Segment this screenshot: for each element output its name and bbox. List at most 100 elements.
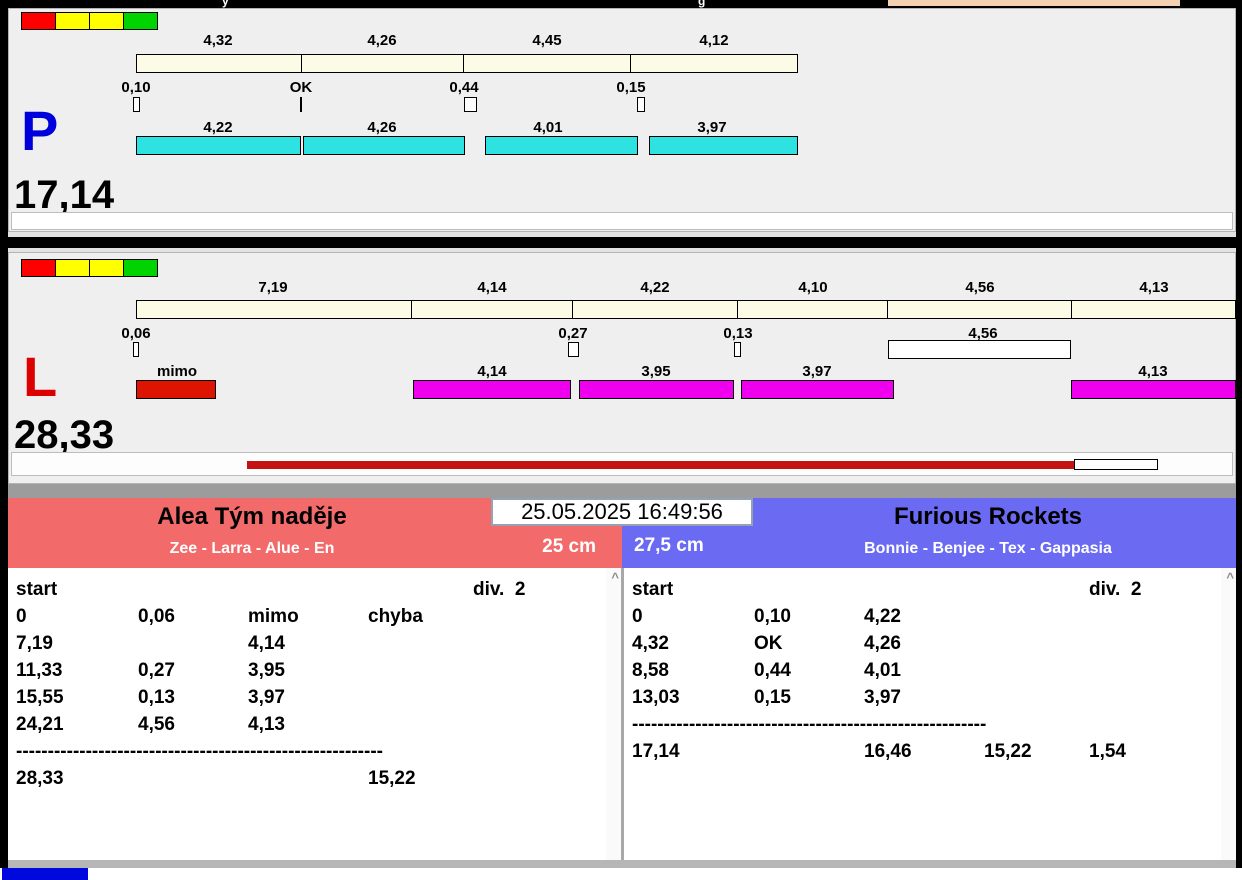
exchange-time-label: 0,44: [449, 79, 479, 96]
scrollbar[interactable]: ^: [1221, 568, 1236, 860]
table-cell: 16,46: [864, 741, 912, 762]
split-time-label: 4,13: [1139, 279, 1169, 296]
exchange-time-label: 0,10: [121, 79, 151, 96]
table-cell: [1089, 604, 1236, 631]
table-cell: 4,32: [632, 633, 669, 654]
table-cell: [984, 604, 1089, 631]
lane-p-letter: P: [21, 99, 59, 162]
table-cell: [473, 631, 621, 658]
table-cell: 4,56: [138, 714, 175, 735]
table-cell: 13,03: [632, 687, 680, 708]
table-row: 13,03 0,15 3,97: [624, 685, 1236, 712]
exchange-marker: [464, 97, 477, 112]
split-time-label: 4,14: [477, 279, 507, 296]
exchange-window-box: [888, 340, 1071, 359]
table-cell: 15,55: [16, 687, 64, 708]
scrollbar[interactable]: ^: [606, 568, 621, 860]
table-row: start div. 2: [8, 577, 621, 604]
exchange-time-label: 0,27: [558, 325, 588, 342]
status-light-red-icon: [21, 12, 56, 30]
table-cell: div. 2: [473, 579, 526, 600]
table-cell: [984, 631, 1089, 658]
table-cell: 1,54: [1089, 741, 1126, 762]
table-cell: chyba: [368, 606, 423, 627]
lane-p-progress-track: [11, 212, 1233, 230]
scroll-up-icon[interactable]: ^: [611, 570, 619, 585]
timestamp: 25.05.2025 16:49:56: [491, 498, 753, 526]
table-row: 11,33 0,27 3,95: [8, 658, 621, 685]
table-cell: 0: [16, 606, 27, 627]
split-segment: [464, 55, 631, 72]
status-light-yellow-icon: [89, 259, 124, 277]
table-cell: [754, 739, 864, 766]
status-light-green-icon: [123, 259, 158, 277]
table-cell: [1089, 631, 1236, 658]
table-cell: [1089, 658, 1236, 685]
table-cell: 4,26: [864, 633, 901, 654]
status-light-green-icon: [123, 12, 158, 30]
table-cell: [864, 577, 984, 604]
lane-p-panel: 4,32 4,26 4,45 4,12 0,10 OK 0,44 0,15 4,…: [8, 8, 1236, 232]
table-separator: ----------------------------------------…: [632, 714, 987, 735]
results-section: Alea Tým naděje Zee - Larra - Alue - En …: [8, 498, 1236, 860]
table-total-row: 28,33 15,22: [8, 766, 621, 793]
table-cell: [984, 685, 1089, 712]
table-row: start div. 2: [624, 577, 1236, 604]
exchange-marker: [133, 97, 140, 112]
exchange-time-label: 0,15: [616, 79, 646, 96]
window-titlebar-remnant: ý g: [0, 0, 1242, 8]
run-time-label: 3,95: [641, 363, 671, 380]
taskbar-remnant: [0, 868, 1242, 880]
table-cell: [473, 685, 621, 712]
exchange-time-label: OK: [289, 79, 313, 96]
table-cell: 24,21: [16, 714, 64, 735]
titlebar-text-fragment: g: [698, 0, 706, 8]
split-time-label: 4,32: [203, 32, 233, 49]
table-cell: [754, 577, 864, 604]
run-time-label: 3,97: [802, 363, 832, 380]
table-row: 15,55 0,13 3,97: [8, 685, 621, 712]
split-time-label: 4,22: [640, 279, 670, 296]
table-cell: [368, 658, 473, 685]
split-segment: [137, 55, 302, 72]
table-cell: 8,58: [632, 660, 669, 681]
status-light-yellow-icon: [89, 12, 124, 30]
left-team-members: Zee - Larra - Alue - En: [169, 540, 335, 557]
lane-l-letter: L: [23, 345, 58, 408]
scroll-up-icon[interactable]: ^: [1226, 570, 1234, 585]
table-cell: 4,13: [248, 714, 285, 735]
status-light-red-icon: [21, 259, 56, 277]
table-cell: 0,06: [138, 606, 175, 627]
results-table-right: start div. 2 0 0,10 4,22 4,32 OK 4,26 8,…: [624, 568, 1236, 860]
exchange-marker: [734, 342, 741, 357]
table-cell: 0: [632, 606, 643, 627]
table-cell: 17,14: [632, 741, 680, 762]
table-cell: [248, 766, 368, 793]
split-segment: [631, 55, 798, 72]
table-cell: 4,14: [248, 633, 285, 654]
table-row: 8,58 0,44 4,01: [624, 658, 1236, 685]
status-light-yellow-icon: [55, 12, 90, 30]
table-cell: [473, 712, 621, 739]
lane-l-total: 28,33: [14, 413, 115, 457]
split-time-label: 4,10: [798, 279, 828, 296]
table-cell: [248, 577, 368, 604]
run-bar-red: [136, 380, 216, 399]
right-team-name: Furious Rockets: [893, 503, 1083, 530]
status-light-yellow-icon: [55, 259, 90, 277]
table-cell: [473, 604, 621, 631]
split-segment: [1072, 301, 1235, 318]
run-bar-magenta: [413, 380, 571, 399]
table-cell: 4,01: [864, 660, 901, 681]
table-cell: 15,22: [984, 741, 1032, 762]
split-segment: [738, 301, 888, 318]
table-cell: 3,95: [248, 660, 285, 681]
status-lights: [21, 12, 158, 30]
lane-p-total: 17,14: [14, 173, 115, 217]
left-team-name: Alea Tým naděje: [157, 503, 347, 530]
table-cell: 4,22: [864, 606, 901, 627]
run-time-label: 3,97: [697, 119, 727, 136]
split-bar: [136, 300, 1236, 319]
window-bottom-border: [8, 860, 1236, 868]
table-cell: [368, 685, 473, 712]
